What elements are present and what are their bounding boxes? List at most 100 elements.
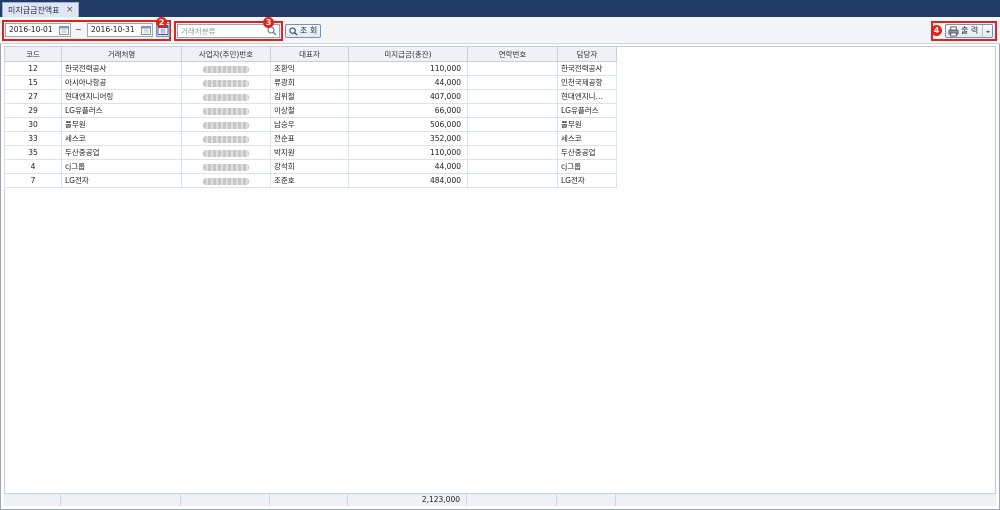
chevron-down-icon[interactable] — [985, 29, 991, 35]
footer-cell — [557, 494, 616, 506]
cell-rep: 남승우 — [270, 117, 349, 132]
cell-amount: 110,000 — [348, 145, 468, 160]
summary-footer: 2,123,000 — [4, 493, 996, 506]
annotation-badge-2: 2 — [156, 17, 167, 28]
annotation-badge-3: 3 — [263, 17, 274, 28]
footer-cell — [270, 494, 348, 506]
cell-phone — [467, 159, 558, 174]
calendar-icon[interactable] — [141, 25, 151, 35]
cell-manager: 한국전력공사 — [557, 61, 617, 76]
cell-phone — [467, 75, 558, 90]
cell-manager: 풀무원 — [557, 117, 617, 132]
footer-cell — [467, 494, 557, 506]
search-button-label: 조 회 — [300, 26, 318, 35]
date-to-value: 2016-10-31 — [91, 25, 135, 34]
cell-bizno-redacted — [181, 145, 271, 160]
cell-vendor: cj그룹 — [61, 159, 182, 174]
table-row[interactable]: 33 세스코 전순표 352,000 세스코 — [4, 131, 617, 146]
search-button[interactable]: 조 회 — [285, 24, 321, 38]
date-to-field[interactable]: 2016-10-31 — [87, 23, 153, 37]
cell-rep: 박지원 — [270, 145, 349, 160]
cell-vendor: 한국전력공사 — [61, 61, 182, 76]
cell-manager: 인천국제공항 — [557, 75, 617, 90]
cell-rep: 조준호 — [270, 173, 349, 188]
table-header-row: 코드 거래처명 사업자(주민)번호 대표자 미지급금(총잔) 연락번호 담당자 — [4, 46, 617, 62]
tab-unpaid-balance[interactable]: 미지급금잔액표 × — [2, 2, 79, 17]
table-row[interactable]: 30 풀무원 남승우 506,000 풀무원 — [4, 117, 617, 132]
cell-amount: 44,000 — [348, 75, 468, 90]
table-row[interactable]: 7 LG전자 조준호 484,000 LG전자 — [4, 173, 617, 188]
redacted-value — [203, 177, 249, 185]
date-from-field[interactable]: 2016-10-01 — [5, 23, 71, 37]
toolbar: 2016-10-01 ~ 2016-10-31 2 3 조 회 4 출 력 — [0, 17, 1000, 44]
print-button-label: 출 력 — [961, 26, 979, 35]
search-icon — [289, 27, 298, 36]
redacted-value — [203, 107, 249, 115]
cell-rep: 전순표 — [270, 131, 349, 146]
balance-table: 코드 거래처명 사업자(주민)번호 대표자 미지급금(총잔) 연락번호 담당자 … — [4, 46, 617, 188]
cell-vendor: 아시아나항공 — [61, 75, 182, 90]
cell-vendor: LG전자 — [61, 173, 182, 188]
date-separator: ~ — [75, 25, 82, 34]
redacted-value — [203, 65, 249, 73]
cell-code: 15 — [4, 75, 62, 90]
print-button[interactable]: 출 력 — [945, 24, 993, 38]
table-row[interactable]: 29 LG유플러스 이상철 66,000 LG유플러스 — [4, 103, 617, 118]
cell-code: 30 — [4, 117, 62, 132]
cell-bizno-redacted — [181, 89, 271, 104]
cell-manager: 두산중공업 — [557, 145, 617, 160]
cell-bizno-redacted — [181, 131, 271, 146]
cell-amount: 352,000 — [348, 131, 468, 146]
cell-amount: 484,000 — [348, 173, 468, 188]
col-header-bizno[interactable]: 사업자(주민)번호 — [181, 46, 271, 62]
cell-rep: 강석희 — [270, 159, 349, 174]
footer-cell — [181, 494, 270, 506]
cell-rep: 김위철 — [270, 89, 349, 104]
footer-cell — [4, 494, 61, 506]
cell-amount: 44,000 — [348, 159, 468, 174]
col-header-amount[interactable]: 미지급금(총잔) — [348, 46, 468, 62]
cell-manager: 현대엔지니… — [557, 89, 617, 104]
col-header-phone[interactable]: 연락번호 — [467, 46, 558, 62]
table-row[interactable]: 27 현대엔지니어링 김위철 407,000 현대엔지니… — [4, 89, 617, 104]
cell-bizno-redacted — [181, 173, 271, 188]
cell-amount: 506,000 — [348, 117, 468, 132]
cell-phone — [467, 103, 558, 118]
footer-total-amount: 2,123,000 — [348, 494, 467, 506]
cell-phone — [467, 131, 558, 146]
cell-amount: 110,000 — [348, 61, 468, 76]
cell-code: 35 — [4, 145, 62, 160]
cell-rep: 조환익 — [270, 61, 349, 76]
cell-vendor: LG유플러스 — [61, 103, 182, 118]
cell-bizno-redacted — [181, 103, 271, 118]
cell-manager: LG전자 — [557, 173, 617, 188]
table-row[interactable]: 4 cj그룹 강석희 44,000 cj그룹 — [4, 159, 617, 174]
tab-title: 미지급금잔액표 — [8, 6, 60, 15]
col-header-code[interactable]: 코드 — [4, 46, 62, 62]
category-input[interactable] — [178, 25, 261, 37]
cell-code: 27 — [4, 89, 62, 104]
cell-code: 7 — [4, 173, 62, 188]
col-header-rep[interactable]: 대표자 — [270, 46, 349, 62]
close-icon[interactable]: × — [66, 3, 74, 18]
cell-phone — [467, 61, 558, 76]
cell-phone — [467, 173, 558, 188]
cell-manager: LG유플러스 — [557, 103, 617, 118]
col-header-vendor[interactable]: 거래처명 — [61, 46, 182, 62]
table-row[interactable]: 12 한국전력공사 조환익 110,000 한국전력공사 — [4, 61, 617, 76]
redacted-value — [203, 135, 249, 143]
cell-vendor: 풀무원 — [61, 117, 182, 132]
cell-rep: 이상철 — [270, 103, 349, 118]
cell-amount: 66,000 — [348, 103, 468, 118]
calendar-icon[interactable] — [59, 25, 69, 35]
redacted-value — [203, 93, 249, 101]
col-header-manager[interactable]: 담당자 — [557, 46, 617, 62]
cell-manager: cj그룹 — [557, 159, 617, 174]
cell-vendor: 두산중공업 — [61, 145, 182, 160]
cell-vendor: 세스코 — [61, 131, 182, 146]
table-row[interactable]: 15 아시아나항공 류광희 44,000 인천국제공항 — [4, 75, 617, 90]
cell-manager: 세스코 — [557, 131, 617, 146]
table-row[interactable]: 35 두산중공업 박지원 110,000 두산중공업 — [4, 145, 617, 160]
split-divider — [982, 25, 983, 37]
cell-phone — [467, 117, 558, 132]
